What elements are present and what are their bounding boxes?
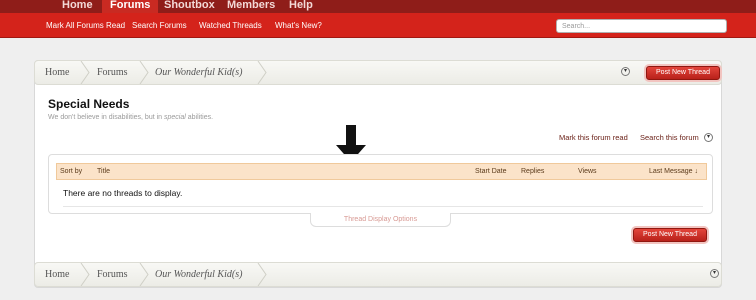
- breadcrumb-separator-icon: [257, 61, 267, 84]
- search-forums-link[interactable]: Search Forums: [132, 13, 187, 39]
- forum-description-text-end: abilities.: [185, 114, 214, 121]
- search-this-forum-link[interactable]: Search this forum: [640, 133, 699, 142]
- breadcrumb-separator-icon: [139, 263, 149, 286]
- tab-forums[interactable]: Forums: [102, 0, 159, 13]
- breadcrumb: Home Forums Our Wonderful Kid(s): [34, 60, 722, 85]
- forum-description: We don't believe in disabilities, but in…: [48, 114, 213, 121]
- sort-start-date-column[interactable]: Start Date: [475, 168, 507, 175]
- breadcrumb-separator-icon: [80, 263, 90, 286]
- jump-menu-icon[interactable]: ▾: [621, 67, 630, 76]
- tab-help[interactable]: Help: [289, 0, 313, 13]
- sub-navigation: Mark All Forums Read Search Forums Watch…: [0, 13, 756, 38]
- sort-replies-column[interactable]: Replies: [521, 168, 544, 175]
- breadcrumb-home[interactable]: Home: [45, 61, 69, 84]
- page-title: Special Needs: [48, 97, 130, 111]
- forum-description-emphasis: special: [164, 114, 186, 121]
- breadcrumb-home[interactable]: Home: [45, 263, 69, 286]
- whats-new-link[interactable]: What's New?: [275, 13, 322, 39]
- search-dropdown-icon[interactable]: ▾: [704, 133, 713, 142]
- tab-shoutbox[interactable]: Shoutbox: [164, 0, 215, 13]
- breadcrumb-separator-icon: [80, 61, 90, 84]
- forum-description-text: We don't believe in disabilities, but in: [48, 114, 164, 121]
- sort-title-column[interactable]: Title: [97, 168, 110, 175]
- sort-last-message-column[interactable]: Last Message ↓: [649, 168, 698, 175]
- breadcrumb-separator-icon: [257, 263, 267, 286]
- breadcrumb-bottom: Home Forums Our Wonderful Kid(s): [34, 262, 722, 287]
- mark-forum-read-link[interactable]: Mark this forum read: [559, 133, 628, 142]
- divider: [63, 206, 703, 207]
- mark-all-forums-read-link[interactable]: Mark All Forums Read: [46, 13, 125, 39]
- breadcrumb-current-forum[interactable]: Our Wonderful Kid(s): [155, 61, 242, 84]
- sort-views-column[interactable]: Views: [578, 168, 597, 175]
- breadcrumb-separator-icon: [139, 61, 149, 84]
- top-navigation: Home Forums Shoutbox Members Help: [0, 0, 756, 13]
- search-input[interactable]: Search...: [556, 19, 727, 33]
- breadcrumb-forums[interactable]: Forums: [97, 61, 128, 84]
- empty-list-message: There are no threads to display.: [63, 188, 183, 198]
- post-new-thread-button-bottom[interactable]: Post New Thread: [633, 228, 707, 242]
- post-new-thread-button-top[interactable]: Post New Thread: [646, 66, 720, 80]
- watched-threads-link[interactable]: Watched Threads: [199, 13, 262, 39]
- tab-members[interactable]: Members: [227, 0, 275, 13]
- breadcrumb-forums[interactable]: Forums: [97, 263, 128, 286]
- thread-list-header: [56, 163, 707, 180]
- thread-display-options-toggle[interactable]: Thread Display Options: [310, 213, 451, 227]
- sort-by-label: Sort by: [60, 168, 83, 175]
- jump-menu-icon[interactable]: ▾: [710, 269, 719, 278]
- tab-home[interactable]: Home: [62, 0, 93, 13]
- breadcrumb-current-forum[interactable]: Our Wonderful Kid(s): [155, 263, 242, 286]
